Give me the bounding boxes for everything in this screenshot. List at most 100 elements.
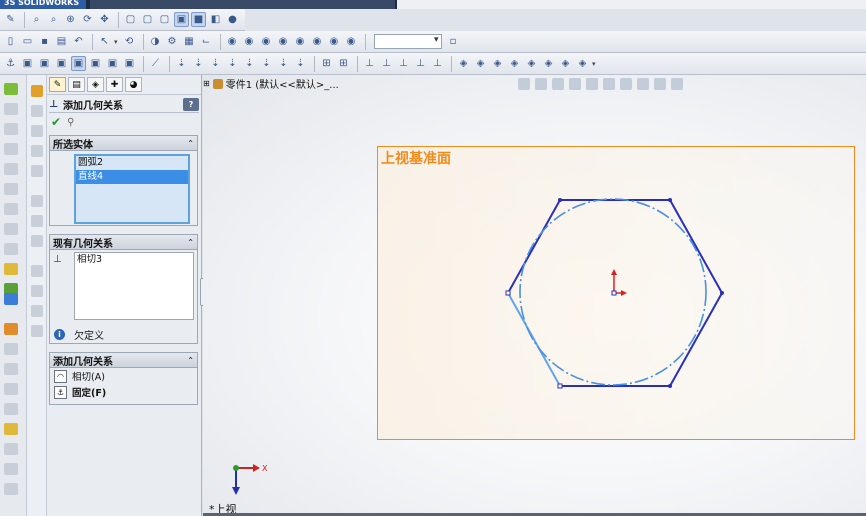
tool-icon[interactable] xyxy=(31,105,43,117)
sketch-geometry[interactable] xyxy=(203,75,866,516)
shaded-icon[interactable]: ■ xyxy=(191,12,206,27)
property-manager-tab[interactable]: ▤ xyxy=(68,77,85,92)
point-icon[interactable]: ⊥ xyxy=(396,56,411,71)
plane-icon[interactable]: ⊥ xyxy=(362,56,377,71)
pan-icon[interactable]: ✥ xyxy=(97,12,112,27)
collapse-icon[interactable]: ⌃ xyxy=(187,139,194,148)
active-tool-icon[interactable] xyxy=(4,293,18,305)
display-pane-icon[interactable]: ⚙ xyxy=(165,34,180,49)
tool-icon[interactable] xyxy=(4,323,18,335)
tool-icon[interactable] xyxy=(4,403,18,415)
rib-icon[interactable]: ⇣ xyxy=(293,56,308,71)
axis-icon[interactable]: ⊥ xyxy=(379,56,394,71)
open-file-icon[interactable]: ▭ xyxy=(20,34,35,49)
dim-expert-tab[interactable]: ✚ xyxy=(106,77,123,92)
arc-icon[interactable]: ▣ xyxy=(88,56,103,71)
render-icon[interactable]: ◈ xyxy=(575,56,590,71)
origin-point[interactable] xyxy=(611,290,617,296)
extrude-icon[interactable]: ⇣ xyxy=(174,56,189,71)
vertex-point[interactable] xyxy=(505,290,511,296)
appearance-icon[interactable]: ● xyxy=(225,12,240,27)
feature-icon-4[interactable]: ◉ xyxy=(276,34,291,49)
group-header[interactable]: 添加几何关系 ⌃ xyxy=(50,353,197,368)
tool-icon[interactable] xyxy=(4,383,18,395)
relations-list[interactable]: 相切3 xyxy=(74,252,194,320)
vertex-point[interactable] xyxy=(720,291,724,295)
selection-list[interactable]: 圆弧2 直线4 xyxy=(74,154,190,224)
line-icon[interactable]: ▣ xyxy=(37,56,52,71)
group-header[interactable]: 所选实体 ⌃ xyxy=(50,136,197,151)
ok-check-icon[interactable]: ✔ xyxy=(51,115,61,129)
snap-icon[interactable]: ⌙ xyxy=(199,34,214,49)
revolve-icon[interactable]: ⇣ xyxy=(191,56,206,71)
add-relation-tangent[interactable]: ◠ 相切(A) xyxy=(50,368,197,384)
hexagon-edge[interactable] xyxy=(669,292,723,387)
collapse-icon[interactable]: ⌃ xyxy=(187,356,194,365)
display-manager-tab[interactable]: ◕ xyxy=(125,77,142,92)
tool-icon[interactable] xyxy=(31,305,43,317)
zoom-in-icon[interactable]: ⊕ xyxy=(63,12,78,27)
shaded-edges-icon[interactable]: ▣ xyxy=(174,12,189,27)
tool-icon[interactable] xyxy=(31,325,43,337)
sweep-icon[interactable]: ⇣ xyxy=(208,56,223,71)
tool-icon[interactable] xyxy=(4,123,18,135)
fillet-icon[interactable]: ⇣ xyxy=(259,56,274,71)
tool-icon[interactable] xyxy=(31,235,43,247)
analyze-icon[interactable]: ◈ xyxy=(541,56,556,71)
sim-icon[interactable]: ◈ xyxy=(558,56,573,71)
hexagon-edge[interactable] xyxy=(669,199,723,294)
zoom-fit-icon[interactable]: ⌕ xyxy=(29,12,44,27)
zoom-area-icon[interactable]: ⌕ xyxy=(46,12,61,27)
anchor-icon[interactable]: ⚓ xyxy=(3,56,18,71)
sketch-tool-icon[interactable] xyxy=(4,83,18,95)
rebuild-icon[interactable]: ⟲ xyxy=(122,34,137,49)
tool-icon[interactable] xyxy=(4,203,18,215)
tool-icon[interactable] xyxy=(4,463,18,475)
tool-icon[interactable] xyxy=(4,163,18,175)
selected-line[interactable] xyxy=(507,292,561,387)
tool-icon[interactable] xyxy=(31,265,43,277)
trim-icon[interactable]: ⟋ xyxy=(148,56,163,71)
feature-icon-7[interactable]: ◉ xyxy=(327,34,342,49)
feature-icon-3[interactable]: ◉ xyxy=(259,34,274,49)
feature-icon-8[interactable]: ◉ xyxy=(344,34,359,49)
sketch-icon[interactable]: ▣ xyxy=(20,56,35,71)
folder-icon[interactable] xyxy=(31,85,43,97)
options-icon[interactable]: ▫ xyxy=(446,34,461,49)
wireframe-icon[interactable]: ▢ xyxy=(140,12,155,27)
check-icon[interactable]: ◈ xyxy=(490,56,505,71)
add-relation-fix[interactable]: ⚓ 固定(F) xyxy=(50,384,197,400)
new-file-icon[interactable]: ▯ xyxy=(3,34,18,49)
repair-icon[interactable]: ◈ xyxy=(524,56,539,71)
tool-icon[interactable] xyxy=(4,223,18,235)
list-item[interactable]: 圆弧2 xyxy=(76,156,188,170)
config-manager-tab[interactable]: ◈ xyxy=(87,77,104,92)
vertex-point[interactable] xyxy=(668,198,672,202)
graphics-area[interactable]: ⊞ 零件1 (默认<<默认>_... 上视基准面 X *上视 xyxy=(203,75,866,516)
config-combo[interactable] xyxy=(373,34,442,49)
chevron-down-icon[interactable]: ▾ xyxy=(114,38,118,46)
tool-icon[interactable] xyxy=(31,285,43,297)
vertex-point[interactable] xyxy=(558,198,562,202)
undo-icon[interactable]: ↶ xyxy=(71,34,86,49)
coord-icon[interactable]: ⊥ xyxy=(413,56,428,71)
tool-icon[interactable] xyxy=(4,143,18,155)
view-orient-icon[interactable]: ▢ xyxy=(123,12,138,27)
tool-icon[interactable] xyxy=(4,423,18,435)
tool-icon[interactable] xyxy=(4,343,18,355)
feature-icon-6[interactable]: ◉ xyxy=(310,34,325,49)
chevron-down-icon[interactable]: ▾ xyxy=(592,60,596,68)
vertex-point[interactable] xyxy=(557,383,563,389)
help-button[interactable]: ? xyxy=(183,98,199,111)
tool-icon[interactable] xyxy=(4,363,18,375)
hidden-lines-icon[interactable]: ▢ xyxy=(157,12,172,27)
group-header[interactable]: 现有几何关系 ⌃ xyxy=(50,235,197,250)
smart-dimension-icon[interactable]: ✎ xyxy=(3,12,18,27)
circle-icon[interactable]: ▣ xyxy=(71,56,86,71)
tool-icon[interactable] xyxy=(31,215,43,227)
feature-manager-tab[interactable]: ✎ xyxy=(49,77,66,92)
polygon-icon[interactable]: ▣ xyxy=(105,56,120,71)
relations-icon[interactable]: ◈ xyxy=(507,56,522,71)
tool-icon[interactable] xyxy=(31,165,43,177)
feature-icon-5[interactable]: ◉ xyxy=(293,34,308,49)
